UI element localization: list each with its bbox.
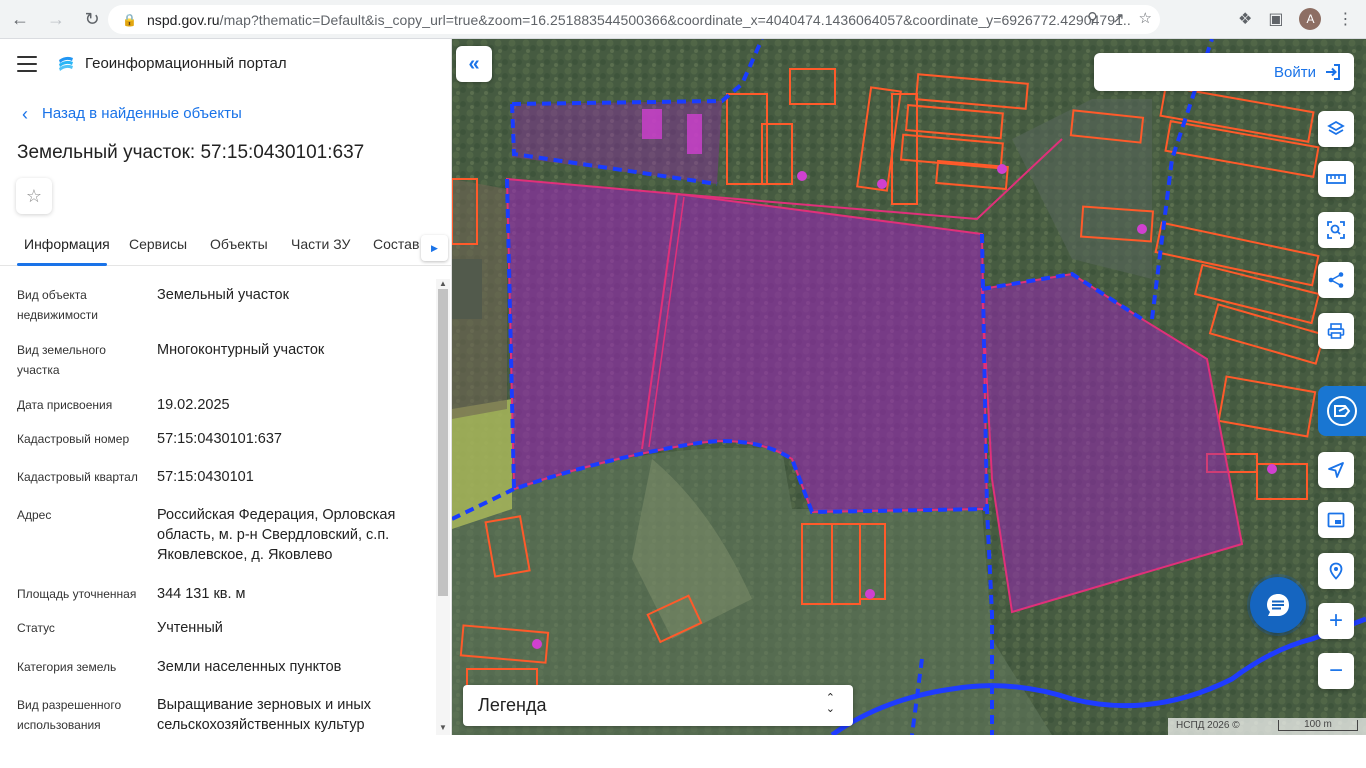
properties-scrollbar[interactable]: ▲ ▼ (436, 279, 450, 735)
tab-bar: Информация Сервисы Объекты Части ЗУ Сост… (0, 228, 451, 266)
assistant-icon (1327, 396, 1357, 426)
expand-collapse-icon: ⌃ ⌄ (825, 692, 835, 715)
browser-toolbar: ← → ↻ 🔒 nspd.gov.ru/map?thematic=Default… (0, 0, 1366, 39)
property-value: 57:15:0430101 (157, 469, 254, 485)
profile-avatar[interactable]: A (1299, 8, 1322, 30)
legend-label: Легенда (478, 695, 547, 715)
property-label: Вид разрешенного использования (17, 698, 122, 732)
forward-arrow-icon[interactable]: → (40, 3, 72, 35)
property-value: Многоконтурный участок (157, 342, 325, 358)
tab-objects[interactable]: Объекты (210, 236, 268, 252)
property-label: Адрес (17, 508, 52, 522)
minus-icon: − (1328, 657, 1343, 684)
property-label: Вид земельного участка (17, 343, 106, 377)
scroll-up-icon[interactable]: ▲ (439, 279, 447, 288)
selection-search-icon (1327, 221, 1345, 239)
print-button[interactable] (1318, 313, 1354, 349)
property-value: 57:15:0430101:637 (157, 431, 282, 447)
share-page-icon[interactable]: ↗ (1112, 9, 1125, 27)
side-panel-icon[interactable]: ▣ (1268, 9, 1283, 29)
zoom-out-button[interactable]: − (1318, 653, 1354, 689)
property-label: Площадь уточненная (17, 587, 137, 601)
assistant-tab-button[interactable] (1318, 386, 1366, 436)
property-value: Выращивание зерновых и иных сельскохозяй… (157, 697, 372, 733)
address-bar[interactable]: 🔒 nspd.gov.ru/map?thematic=Default&is_co… (108, 5, 1160, 34)
favorite-button[interactable]: ☆ (16, 178, 52, 214)
tab-services[interactable]: Сервисы (129, 236, 187, 252)
printer-icon (1327, 323, 1345, 339)
object-info-panel: Геоинформационный портал ‹ Назад в найде… (0, 39, 452, 735)
back-link-label: Назад в найденные объекты (42, 105, 242, 122)
extensions-puzzle-icon[interactable]: ❖ (1238, 9, 1252, 29)
scroll-thumb[interactable] (438, 289, 448, 596)
portal-logo-icon (59, 56, 73, 71)
login-button[interactable]: Войти (1274, 63, 1342, 81)
bookmark-star-icon[interactable]: ☆ (1139, 9, 1152, 27)
layers-icon (1327, 120, 1345, 136)
picture-in-picture-icon (1327, 512, 1345, 528)
ruler-button[interactable] (1318, 161, 1354, 197)
tab-parts[interactable]: Части ЗУ (291, 236, 350, 252)
satellite-map[interactable] (452, 39, 1366, 735)
property-label: Кадастровый номер (17, 432, 130, 446)
collapse-panel-button[interactable]: « (456, 46, 492, 82)
back-to-results-link[interactable]: ‹ Назад в найденные объекты (22, 103, 242, 124)
property-label: Категория земель (17, 660, 117, 674)
tab-composition[interactable]: Состав (373, 236, 419, 252)
tabs-scroll-right-button[interactable]: ▶ (421, 235, 448, 261)
scroll-down-icon[interactable]: ▼ (439, 723, 447, 732)
back-arrow-icon[interactable]: ← (4, 3, 36, 35)
tab-info[interactable]: Информация (24, 236, 110, 252)
ruler-icon (1326, 174, 1346, 184)
reload-icon[interactable]: ↻ (76, 3, 108, 35)
property-value: Учтенный (157, 620, 223, 636)
hamburger-menu-icon[interactable] (17, 56, 37, 72)
panel-header: Геоинформационный портал (0, 39, 451, 89)
location-pin-icon (1329, 562, 1343, 580)
minimap-button[interactable] (1318, 502, 1354, 538)
browser-menu-icon[interactable]: ⋮ (1337, 9, 1353, 29)
zoom-icon[interactable]: ⚲ (1087, 9, 1098, 27)
legend-dropdown[interactable]: Легенда ⌃ ⌄ (463, 685, 853, 726)
portal-title: Геоинформационный портал (85, 55, 287, 72)
object-title: Земельный участок: 57:15:0430101:637 (17, 142, 365, 163)
page-bottom-margin (0, 735, 1366, 768)
map-scale-bar: 100 m (1278, 720, 1358, 731)
property-value: 344 131 кв. м (157, 586, 246, 602)
property-label: Статус (17, 621, 55, 635)
property-value: Российская Федерация, Орловская область,… (157, 507, 396, 563)
navigation-arrow-icon (1328, 462, 1344, 478)
share-button[interactable] (1318, 262, 1354, 298)
double-chevron-left-icon: « (468, 52, 480, 75)
lock-icon: 🔒 (122, 12, 137, 27)
login-icon (1326, 64, 1340, 80)
chevron-left-icon: ‹ (22, 103, 28, 124)
property-label: Дата присвоения (17, 398, 113, 412)
login-bar: Войти (1094, 53, 1354, 91)
layers-button[interactable] (1318, 111, 1354, 147)
property-value: Земли населенных пунктов (157, 659, 342, 675)
chat-button[interactable] (1250, 577, 1306, 633)
triangle-right-icon: ▶ (431, 242, 438, 253)
property-value: Земельный участок (157, 287, 289, 303)
property-value: 19.02.2025 (157, 397, 230, 413)
active-tab-indicator (17, 263, 107, 266)
star-icon: ☆ (25, 185, 43, 206)
zoom-in-button[interactable]: + (1318, 603, 1354, 639)
map-attribution: НСПД 2026 © 100 m (1168, 718, 1366, 735)
property-label: Вид объекта недвижимости (17, 288, 98, 322)
properties-list: Вид объекта недвижимости Земельный участ… (0, 279, 436, 735)
my-location-button[interactable] (1318, 553, 1354, 589)
chat-bubble-icon (1267, 594, 1289, 616)
share-icon (1328, 272, 1344, 288)
area-search-button[interactable] (1318, 212, 1354, 248)
property-label: Кадастровый квартал (17, 470, 138, 484)
url-text: nspd.gov.ru/map?thematic=Default&is_copy… (146, 11, 1132, 28)
map-canvas[interactable]: НСПД 2026 © 100 m (452, 39, 1366, 735)
navigate-button[interactable] (1318, 452, 1354, 488)
plus-icon: + (1328, 607, 1343, 634)
